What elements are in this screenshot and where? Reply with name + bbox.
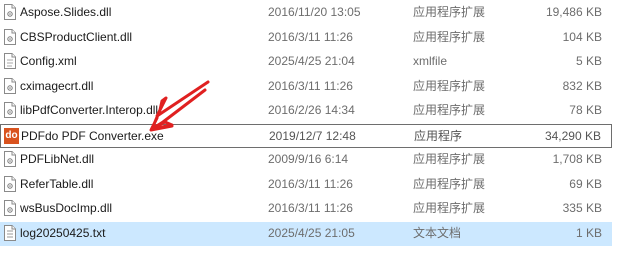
dll-file-icon [3, 78, 19, 94]
file-name: Config.xml [20, 54, 77, 68]
file-type: 应用程序扩展 [413, 79, 486, 93]
file-size: 78 KB [569, 103, 602, 117]
file-row[interactable]: Aspose.Slides.dll 2016/11/20 13:05 应用程序扩… [0, 1, 612, 25]
file-modified-date: 2016/3/11 11:26 [268, 30, 353, 44]
file-size: 1 KB [575, 226, 602, 240]
file-size: 832 KB [562, 79, 602, 93]
file-name: libPdfConverter.Interop.dll [20, 103, 159, 117]
file-modified-date: 2019/12/7 12:48 [269, 129, 356, 143]
file-size: 5 KB [575, 54, 602, 68]
file-size: 19,486 KB [545, 5, 602, 19]
file-modified-date: 2016/3/11 11:26 [268, 201, 353, 215]
file-name: CBSProductClient.dll [20, 30, 133, 44]
dll-file-icon [3, 151, 19, 167]
file-row[interactable]: ReferTable.dll 2016/3/11 11:26 应用程序扩展 69… [0, 173, 612, 197]
file-name: log20250425.txt [20, 226, 106, 240]
pdfdo-logo-icon: do [4, 128, 19, 144]
file-row[interactable]: PDFLibNet.dll 2009/9/16 6:14 应用程序扩展 1,70… [0, 148, 612, 172]
file-type: 应用程序扩展 [413, 5, 486, 19]
file-size: 69 KB [569, 177, 602, 191]
xml-file-icon [3, 53, 19, 69]
file-modified-date: 2016/11/20 13:05 [268, 5, 361, 19]
file-type: 应用程序扩展 [413, 177, 486, 191]
dll-file-icon [3, 200, 19, 216]
file-modified-date: 2025/4/25 21:05 [268, 226, 355, 240]
file-modified-date: 2025/4/25 21:04 [268, 54, 355, 68]
file-modified-date: 2016/2/26 14:34 [268, 103, 355, 117]
file-type: 应用程序扩展 [413, 152, 486, 166]
file-row-selected[interactable]: do PDFdo PDF Converter.exe 2019/12/7 12:… [0, 124, 612, 148]
file-name: PDFLibNet.dll [20, 152, 95, 166]
file-row[interactable]: CBSProductClient.dll 2016/3/11 11:26 应用程… [0, 26, 612, 50]
file-size: 104 KB [562, 30, 602, 44]
file-row-hover[interactable]: log20250425.txt 2025/4/25 21:05 文本文档 1 K… [0, 222, 612, 246]
file-name: PDFdo PDF Converter.exe [21, 129, 164, 143]
file-row[interactable]: libPdfConverter.Interop.dll 2016/2/26 14… [0, 99, 612, 123]
file-type: 应用程序扩展 [413, 30, 486, 44]
file-row[interactable]: Config.xml 2025/4/25 21:04 xmlfile 5 KB [0, 50, 612, 74]
file-name: ReferTable.dll [20, 177, 94, 191]
dll-file-icon [3, 176, 19, 192]
file-type: 应用程序 [414, 129, 463, 143]
file-name: cximagecrt.dll [20, 79, 94, 93]
file-name: wsBusDocImp.dll [20, 201, 113, 215]
file-size: 34,290 KB [544, 129, 601, 143]
file-type: 应用程序扩展 [413, 201, 486, 215]
file-type: 文本文档 [413, 226, 462, 240]
file-type: 应用程序扩展 [413, 103, 486, 117]
file-size: 1,708 KB [552, 152, 602, 166]
dll-file-icon [3, 29, 19, 45]
text-file-icon [3, 225, 19, 241]
file-type: xmlfile [413, 54, 448, 68]
dll-file-icon [3, 4, 19, 20]
file-row[interactable]: cximagecrt.dll 2016/3/11 11:26 应用程序扩展 83… [0, 75, 612, 99]
dll-file-icon [3, 102, 19, 118]
pdfdo-app-icon: do [4, 128, 20, 144]
file-size: 335 KB [562, 201, 602, 215]
file-name: Aspose.Slides.dll [20, 5, 112, 19]
file-modified-date: 2016/3/11 11:26 [268, 177, 353, 191]
file-modified-date: 2016/3/11 11:26 [268, 79, 353, 93]
file-row[interactable]: wsBusDocImp.dll 2016/3/11 11:26 应用程序扩展 3… [0, 197, 612, 221]
file-modified-date: 2009/9/16 6:14 [268, 152, 349, 166]
